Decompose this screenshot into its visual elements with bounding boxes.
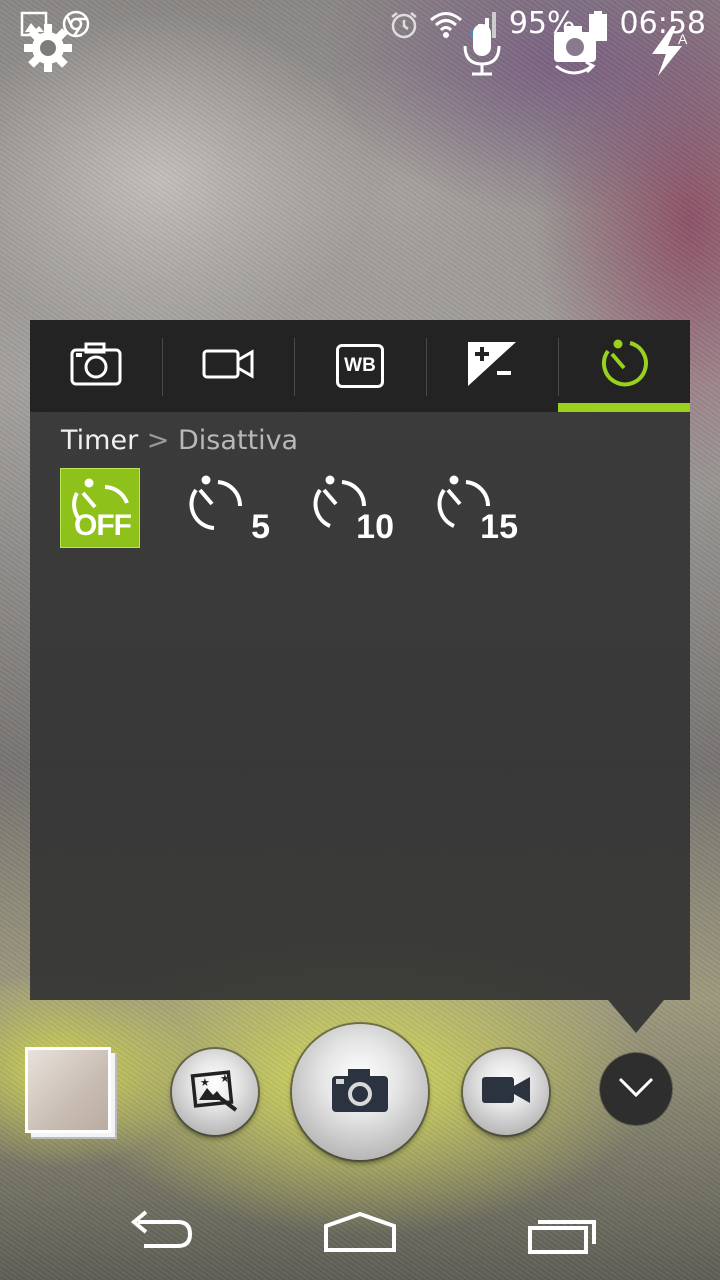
navigation-bar [0,1190,720,1280]
breadcrumb-separator: > [146,425,170,456]
shutter-button[interactable] [292,1024,428,1160]
expand-menu-button[interactable] [600,1053,672,1125]
recent-apps-icon[interactable] [524,1208,596,1258]
timer-options: OFF 5 10 15 [60,468,518,548]
exposure-icon [467,341,517,391]
photo-effects-icon: ★ ★ [190,1068,240,1116]
timer-option-15[interactable]: 15 [432,468,518,548]
flash-auto-icon[interactable]: A [644,24,704,84]
breadcrumb-main: Timer [61,425,139,456]
timer-5-label: 5 [251,508,270,546]
panel-pointer [608,1000,664,1033]
timer-10-label: 10 [356,508,394,546]
tab-exposure[interactable] [426,320,558,412]
video-record-button[interactable] [463,1049,549,1135]
timer-15-label: 15 [480,508,518,546]
video-camera-icon [201,347,255,385]
switch-camera-icon[interactable] [546,24,606,84]
photo-effects-button[interactable]: ★ ★ [172,1049,258,1135]
tab-video-settings[interactable] [162,320,294,412]
timer-icon [598,337,650,395]
camera-settings-panel: WB Timer > Disattiva OFF 5 10 15 [30,320,690,1000]
tab-timer[interactable] [558,320,690,412]
breadcrumb-sub: Disattiva [178,425,299,456]
svg-text:A: A [678,31,688,47]
gallery-thumbnail[interactable] [25,1047,111,1133]
home-icon[interactable] [322,1208,396,1258]
timer-option-off[interactable]: OFF [60,468,140,548]
camera-icon [69,341,123,391]
back-icon[interactable] [124,1208,196,1258]
video-record-icon [480,1074,532,1110]
chevron-down-icon [616,1075,656,1103]
timer-option-10[interactable]: 10 [308,468,394,548]
svg-text:★: ★ [200,1076,210,1089]
settings-gear-icon[interactable] [20,20,80,80]
shutter-camera-icon [330,1066,390,1118]
timer-option-5[interactable]: 5 [184,468,270,548]
top-camera-controls: A [0,20,720,90]
breadcrumb: Timer > Disattiva [30,412,690,460]
tab-white-balance[interactable]: WB [294,320,426,412]
settings-tabs: WB [30,320,690,412]
svg-text:★: ★ [220,1072,230,1085]
wb-icon: WB [336,344,384,388]
voice-microphone-icon[interactable] [460,22,520,82]
tab-photo-settings[interactable] [30,320,162,412]
timer-off-label: OFF [74,509,132,542]
